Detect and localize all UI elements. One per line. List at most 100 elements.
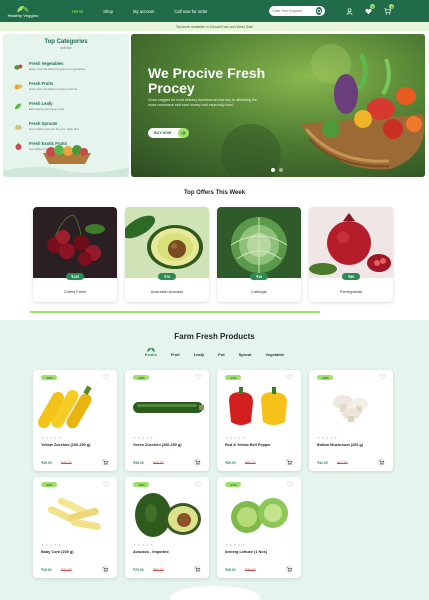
star-icon: ★ (49, 543, 53, 547)
star-icon: ★ (317, 436, 321, 440)
header: Healthy Veggies Home Shop My account Cal… (0, 0, 429, 22)
star-icon: ★ (225, 543, 229, 547)
product-old-price: ₹40.00 (153, 461, 164, 465)
product-price: ₹30.00 (225, 568, 236, 572)
account-button[interactable] (345, 7, 353, 15)
rating-stars: ★ ★ ★ ★ ★ (225, 543, 245, 547)
add-to-cart-button[interactable] (193, 565, 201, 573)
product-card[interactable]: -10% ★ ★ ★ ★ ★ Avocado - Imported ₹70.00 ₹80… (125, 477, 209, 578)
cart-button[interactable]: 0 (383, 4, 395, 15)
hero-title: We Procive Fresh Procey (148, 65, 266, 96)
rating-stars: ★ ★ ★ ★ ★ (317, 436, 337, 440)
offer-price-badge: ₹125 (66, 273, 84, 280)
offer-name: Australian Avocado (150, 290, 184, 294)
wishlist-heart-icon[interactable] (195, 481, 201, 487)
slider-dots (271, 168, 283, 172)
rating-stars: ★ ★ ★ ★ ★ (41, 436, 61, 440)
buy-now-label: BUY NOW (154, 131, 172, 135)
product-old-price: ₹40.00 (61, 461, 72, 465)
category-desc: Get healthy sprouts for your daily diet (29, 127, 79, 131)
nav-home[interactable]: Home (62, 0, 93, 22)
decorative-hill (170, 586, 260, 600)
offer-card[interactable]: ₹19 Cabbage (217, 207, 301, 302)
wishlist-heart-icon[interactable] (103, 481, 109, 487)
category-item-fruits[interactable]: Fresh Fruits Have over 20 different type… (3, 76, 129, 96)
pomegranate-image (309, 207, 393, 278)
star-icon: ★ (133, 436, 137, 440)
add-to-cart-button[interactable] (285, 565, 293, 573)
logo[interactable]: Healthy Veggies (6, 5, 40, 18)
product-card[interactable]: -10% ★ ★ ★ ★ ★ Button Mushroom (200 g) ₹42.0… (309, 370, 393, 471)
green-zucchini-image (133, 402, 204, 413)
buy-now-button[interactable]: BUY NOW (148, 128, 189, 138)
offer-card[interactable]: ₹86 Pomegranate (309, 207, 393, 302)
avocado-image (125, 207, 209, 278)
star-icon: ★ (241, 543, 246, 547)
product-card[interactable]: -12% ★ ★ ★ ★ ★ Baby Corn (200 g) ₹19.00 ₹22.… (33, 477, 117, 578)
wishlist-heart-icon[interactable] (287, 374, 293, 380)
add-to-cart-button[interactable] (101, 458, 109, 466)
cart-icon (378, 459, 384, 465)
cart-icon (194, 459, 200, 465)
tab-fruit[interactable]: Fruit (171, 352, 180, 357)
page: Healthy Veggies Home Shop My account Cal… (0, 0, 429, 600)
star-icon: ★ (53, 543, 57, 547)
tab-sprout[interactable]: Sprout (239, 352, 252, 357)
nav-call-order[interactable]: Call now for order (164, 0, 217, 22)
cart-icon (286, 566, 292, 572)
wishlist-heart-icon[interactable] (379, 374, 385, 380)
wishlist-button[interactable]: 0 (364, 4, 376, 15)
category-item-leafy[interactable]: Fresh Leafy Eat healthy and keep body (3, 96, 129, 116)
offer-card[interactable]: ₹70 Australian Avocado (125, 207, 209, 302)
search-input[interactable] (272, 9, 317, 13)
arrow-right-icon (178, 128, 189, 138)
tab-exotic[interactable]: Exotic (145, 352, 157, 357)
category-desc: Eat healthy and keep body (29, 107, 65, 111)
product-old-price: ₹90.00 (245, 461, 256, 465)
wishlist-heart-icon[interactable] (195, 374, 201, 380)
tab-leafy[interactable]: Leafy (194, 352, 204, 357)
offer-name: Pomegranate (339, 290, 363, 294)
category-item-sprouts[interactable]: Fresh Sprouts Get healthy sprouts for yo… (3, 116, 129, 136)
discount-badge: -17% (225, 482, 241, 487)
slider-dot-2[interactable] (279, 168, 283, 172)
search-box (269, 6, 326, 16)
product-old-price: ₹47.00 (337, 461, 348, 465)
decorative-wave (3, 166, 129, 177)
product-card[interactable]: -10% ★ ★ ★ ★ ★ Green Zucchini (200-250 g) ₹3… (125, 370, 209, 471)
tab-pot[interactable]: Pot (218, 352, 224, 357)
category-item-vegetables[interactable]: Fresh Vegetables Have over 20 different … (3, 56, 129, 76)
star-icon: ★ (45, 543, 49, 547)
nav-my-account[interactable]: My account (123, 0, 164, 22)
product-name: Red & Yellow Bell Pepper (225, 443, 271, 447)
product-card[interactable]: -17% ★ ★ ★ ★ ★ Iceberg Lettuce (1 Nos) ₹30.0… (217, 477, 301, 578)
add-to-cart-button[interactable] (101, 565, 109, 573)
add-to-cart-button[interactable] (193, 458, 201, 466)
wishlist-heart-icon[interactable] (103, 374, 109, 380)
star-icon: ★ (149, 436, 154, 440)
offer-card[interactable]: ₹125 Cherry Fresh (33, 207, 117, 302)
yellow-zucchini-image (38, 385, 92, 429)
nav-shop[interactable]: Shop (93, 0, 123, 22)
slider-dot-1[interactable] (271, 168, 275, 172)
top-categories-panel: Top Categories sub title Fresh Vegetable… (3, 34, 129, 177)
cherry-image (33, 207, 117, 278)
star-icon: ★ (141, 436, 145, 440)
vegetables-icon (13, 60, 24, 72)
star-icon: ★ (333, 436, 338, 440)
product-card[interactable]: -11% ★ ★ ★ ★ ★ Red & Yellow Bell Pepper ₹80.… (217, 370, 301, 471)
star-icon: ★ (145, 436, 149, 440)
tab-vegetable[interactable]: Vegetable (266, 352, 285, 357)
star-icon: ★ (237, 436, 241, 440)
product-card[interactable]: -10% ★ ★ ★ ★ ★ Yellow Zucchini (200-250 g) ₹… (33, 370, 117, 471)
star-icon: ★ (49, 436, 53, 440)
categories-subtitle: sub title (60, 46, 72, 50)
star-icon: ★ (141, 543, 145, 547)
add-to-cart-button[interactable] (377, 458, 385, 466)
add-to-cart-button[interactable] (285, 458, 293, 466)
search-button[interactable] (316, 7, 323, 15)
bell-pepper-image (229, 387, 287, 425)
wishlist-heart-icon[interactable] (287, 481, 293, 487)
star-icon: ★ (57, 436, 62, 440)
cart-icon (194, 566, 200, 572)
